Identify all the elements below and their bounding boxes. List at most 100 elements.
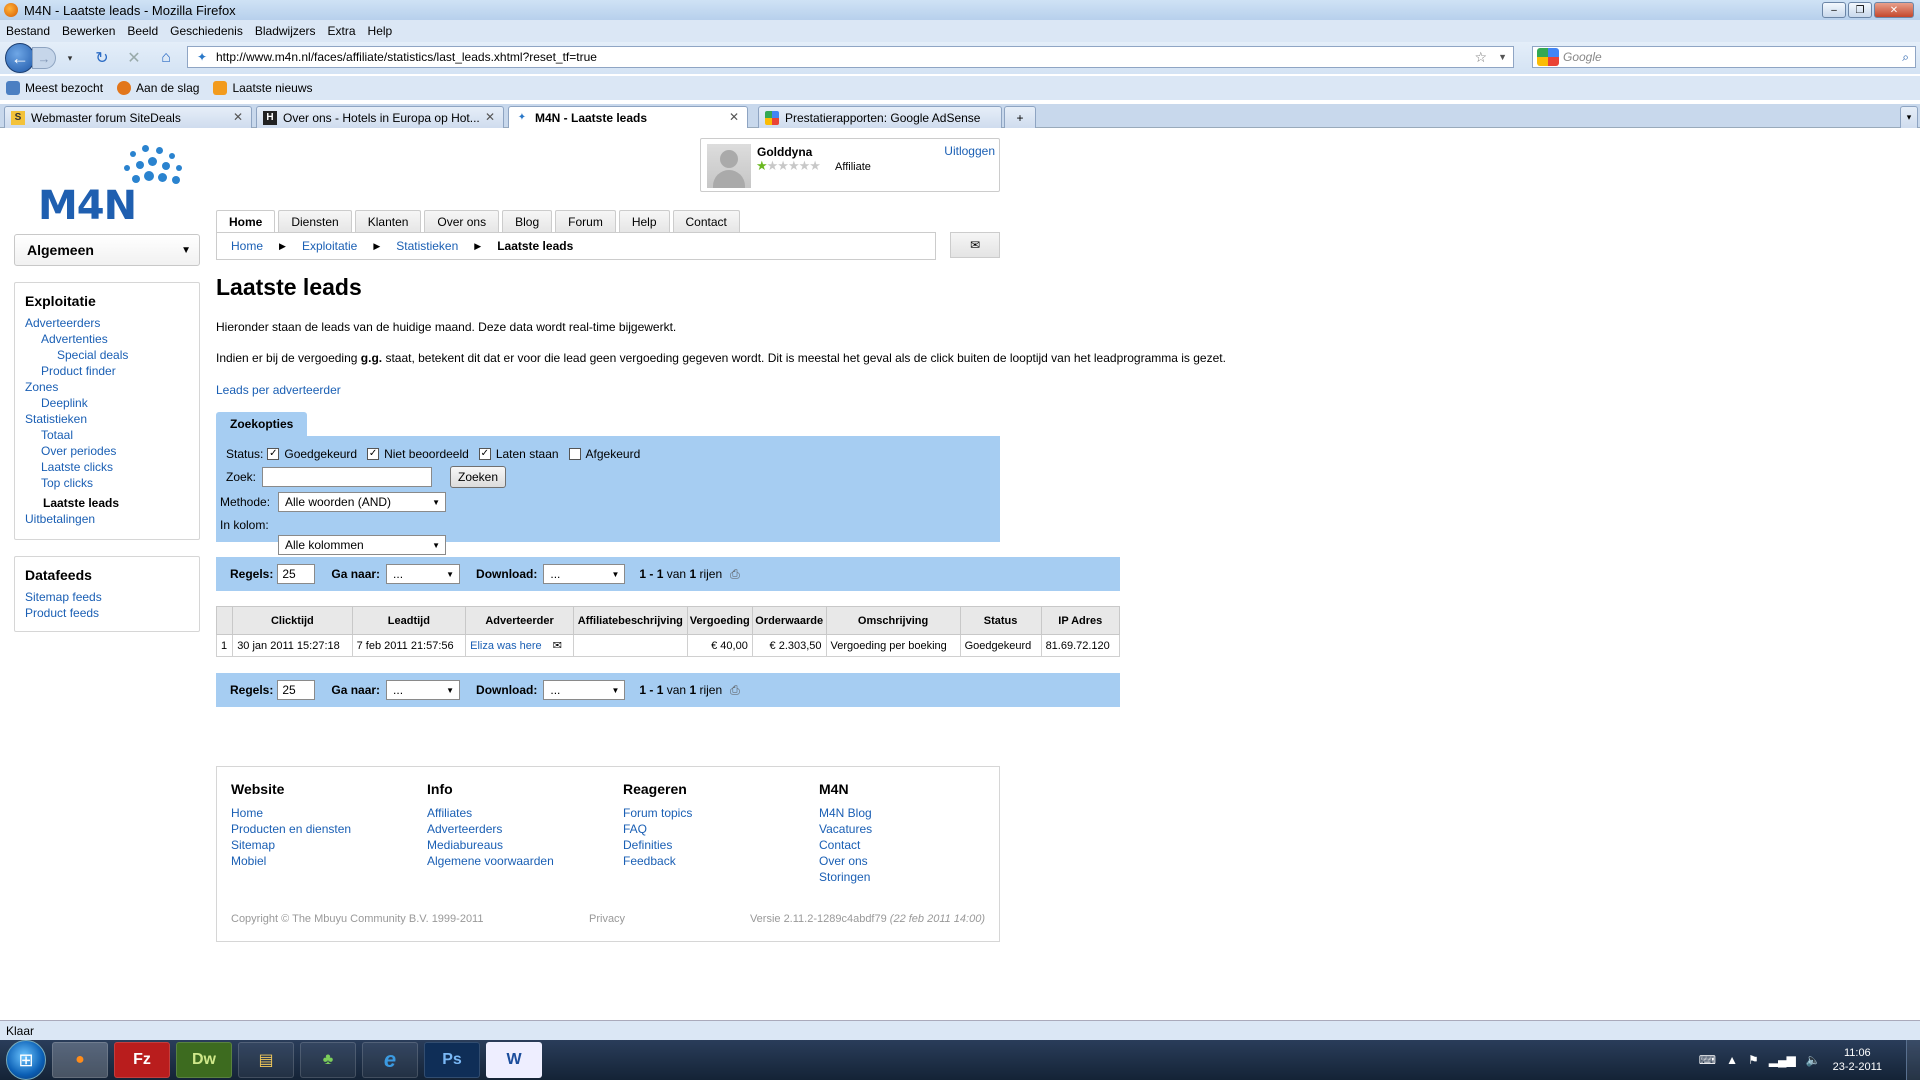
tab-hotels[interactable]: H Over ons - Hotels in Europa op Hot... … xyxy=(256,106,504,128)
close-tab-icon[interactable]: ✕ xyxy=(729,110,739,124)
footer-link-faq[interactable]: FAQ xyxy=(623,822,647,836)
start-button[interactable]: ⊞ xyxy=(6,1040,46,1080)
checkbox-afgekeurd[interactable]: Afgekeurd xyxy=(568,447,640,461)
keyboard-icon[interactable]: ⌨ xyxy=(1699,1053,1716,1067)
menu-bestand[interactable]: Bestand xyxy=(6,24,50,38)
search-icon[interactable]: ⌕ xyxy=(1902,50,1909,65)
sidebar-item-sitemap-feeds[interactable]: Sitemap feeds xyxy=(25,590,102,604)
footer-link-definities[interactable]: Definities xyxy=(623,838,672,852)
word-taskbar-icon[interactable]: W xyxy=(486,1042,542,1078)
tab-m4n-active[interactable]: ✦ M4N - Laatste leads ✕ xyxy=(508,106,748,128)
print-icon[interactable]: ⎙ xyxy=(730,683,740,698)
mail-icon[interactable]: ✉ xyxy=(550,640,562,652)
nav-diensten[interactable]: Diensten xyxy=(278,210,352,232)
download-select[interactable]: ... ▼ xyxy=(543,680,626,700)
history-dropdown-icon[interactable]: ▾ xyxy=(58,46,82,70)
column-header[interactable]: Omschrijving xyxy=(825,606,961,635)
footer-link-sitemap[interactable]: Sitemap xyxy=(231,838,275,852)
column-header[interactable]: Affiliatebeschrijving xyxy=(573,606,688,635)
checkbox-goedgekeurd[interactable]: ✓ Goedgekeurd xyxy=(267,447,357,461)
breadcrumb-exploitatie[interactable]: Exploitatie xyxy=(302,239,357,253)
column-header[interactable] xyxy=(215,606,234,635)
column-header[interactable]: Clicktijd xyxy=(232,606,353,635)
advertiser-link[interactable]: Eliza was here xyxy=(470,640,542,652)
menu-geschiedenis[interactable]: Geschiedenis xyxy=(170,24,243,38)
google-icon[interactable] xyxy=(1537,48,1559,66)
menu-bewerken[interactable]: Bewerken xyxy=(62,24,115,38)
column-header[interactable]: IP Adres xyxy=(1040,606,1121,635)
checkbox-niet-beoordeeld[interactable]: ✓ Niet beoordeeld xyxy=(367,447,469,461)
menu-bladwijzers[interactable]: Bladwijzers xyxy=(255,24,316,38)
new-tab-button[interactable]: + xyxy=(1004,106,1036,128)
volume-icon[interactable]: 🔈 xyxy=(1806,1053,1821,1067)
kolom-select[interactable]: Alle kolommen ▼ xyxy=(278,535,446,555)
section-select[interactable]: Algemeen ▼ xyxy=(14,234,200,266)
checkbox-laten-staan[interactable]: ✓ Laten staan xyxy=(478,447,559,461)
regels-input[interactable]: 25 xyxy=(277,564,316,584)
dreamweaver-taskbar-icon[interactable]: Dw xyxy=(176,1042,232,1078)
footer-link-feedback[interactable]: Feedback xyxy=(623,854,676,868)
firefox-taskbar-icon[interactable]: ● xyxy=(52,1042,108,1078)
breadcrumb-home[interactable]: Home xyxy=(231,239,263,253)
messenger-taskbar-icon[interactable]: ♣ xyxy=(300,1042,356,1078)
footer-link-storingen[interactable]: Storingen xyxy=(819,870,870,884)
network-icon[interactable]: ▂▄▆ xyxy=(1769,1053,1796,1067)
nav-klanten[interactable]: Klanten xyxy=(354,210,422,232)
restore-button[interactable]: ❐ xyxy=(1848,2,1872,18)
column-header[interactable]: Vergoeding xyxy=(686,606,753,635)
action-center-icon[interactable]: ⚑ xyxy=(1748,1053,1759,1067)
show-desktop-button[interactable] xyxy=(1906,1040,1920,1080)
close-window-button[interactable]: ✕ xyxy=(1874,2,1914,18)
close-tab-icon[interactable]: ✕ xyxy=(233,110,243,124)
print-icon[interactable]: ⎙ xyxy=(730,567,740,582)
bookmark-most-visited[interactable]: Meest bezocht xyxy=(6,81,103,95)
tab-zoekopties[interactable]: Zoekopties xyxy=(216,412,308,436)
sidebar-item-deeplink[interactable]: Deeplink xyxy=(41,396,88,410)
url-bar[interactable]: ✦ http://www.m4n.nl/faces/affiliate/stat… xyxy=(187,46,1514,68)
breadcrumb-statistieken[interactable]: Statistieken xyxy=(396,239,458,253)
privacy-link[interactable]: Privacy xyxy=(589,913,625,925)
methode-select[interactable]: Alle woorden (AND) ▼ xyxy=(278,492,446,512)
footer-link-contact[interactable]: Contact xyxy=(819,838,860,852)
nav-contact[interactable]: Contact xyxy=(672,210,740,232)
sidebar-item-over-periodes[interactable]: Over periodes xyxy=(41,444,116,458)
tab-list-icon[interactable]: ▾ xyxy=(1900,106,1918,128)
sidebar-item-laatste-clicks[interactable]: Laatste clicks xyxy=(41,460,113,474)
nav-blog[interactable]: Blog xyxy=(502,210,553,232)
stop-icon[interactable]: ✕ xyxy=(122,46,146,70)
sidebar-item-advertenties[interactable]: Advertenties xyxy=(41,332,108,346)
sidebar-item-product-feeds[interactable]: Product feeds xyxy=(25,606,99,620)
column-header[interactable]: Orderwaarde xyxy=(751,606,827,635)
minimize-button[interactable]: – xyxy=(1822,2,1846,18)
tab-adsense[interactable]: Prestatierapporten: Google AdSense xyxy=(758,106,1002,128)
search-bar[interactable]: Google ⌕ xyxy=(1532,46,1916,68)
nav-forum[interactable]: Forum xyxy=(555,210,616,232)
clock[interactable]: 11:06 23-2-2011 xyxy=(1833,1046,1882,1074)
show-hidden-icons[interactable]: ▲ xyxy=(1726,1053,1738,1067)
bookmark-getting-started[interactable]: Aan de slag xyxy=(117,81,199,95)
logout-link[interactable]: Uitloggen xyxy=(944,144,995,158)
nav-over-ons[interactable]: Over ons xyxy=(424,210,500,232)
reload-icon[interactable]: ↻ xyxy=(90,46,114,70)
footer-link-forum-topics[interactable]: Forum topics xyxy=(623,806,692,820)
sidebar-item-adverteerders[interactable]: Adverteerders xyxy=(25,316,100,330)
bookmark-latest-news[interactable]: Laatste nieuws xyxy=(213,81,313,95)
footer-link-adverteerders[interactable]: Adverteerders xyxy=(427,822,502,836)
menu-help[interactable]: Help xyxy=(368,24,393,38)
footer-link-over-ons[interactable]: Over ons xyxy=(819,854,868,868)
ganaar-select[interactable]: ... ▼ xyxy=(386,680,461,700)
footer-link-mobiel[interactable]: Mobiel xyxy=(231,854,266,868)
sidebar-item-totaal[interactable]: Totaal xyxy=(41,428,73,442)
footer-link-m4n-blog[interactable]: M4N Blog xyxy=(819,806,872,820)
column-header[interactable]: Adverteerder xyxy=(465,606,575,635)
bookmark-star-icon[interactable]: ☆ xyxy=(1474,49,1487,66)
sidebar-item-statistieken[interactable]: Statistieken xyxy=(25,412,87,426)
footer-link-mediabureaus[interactable]: Mediabureaus xyxy=(427,838,503,852)
download-select[interactable]: ... ▼ xyxy=(543,564,626,584)
regels-input[interactable]: 25 xyxy=(277,680,316,700)
ganaar-select[interactable]: ... ▼ xyxy=(386,564,461,584)
search-input[interactable]: Google xyxy=(1563,50,1602,64)
zoeken-button[interactable]: Zoeken xyxy=(450,466,507,488)
nav-home[interactable]: Home xyxy=(216,210,276,232)
sidebar-item-top-clicks[interactable]: Top clicks xyxy=(41,476,93,490)
